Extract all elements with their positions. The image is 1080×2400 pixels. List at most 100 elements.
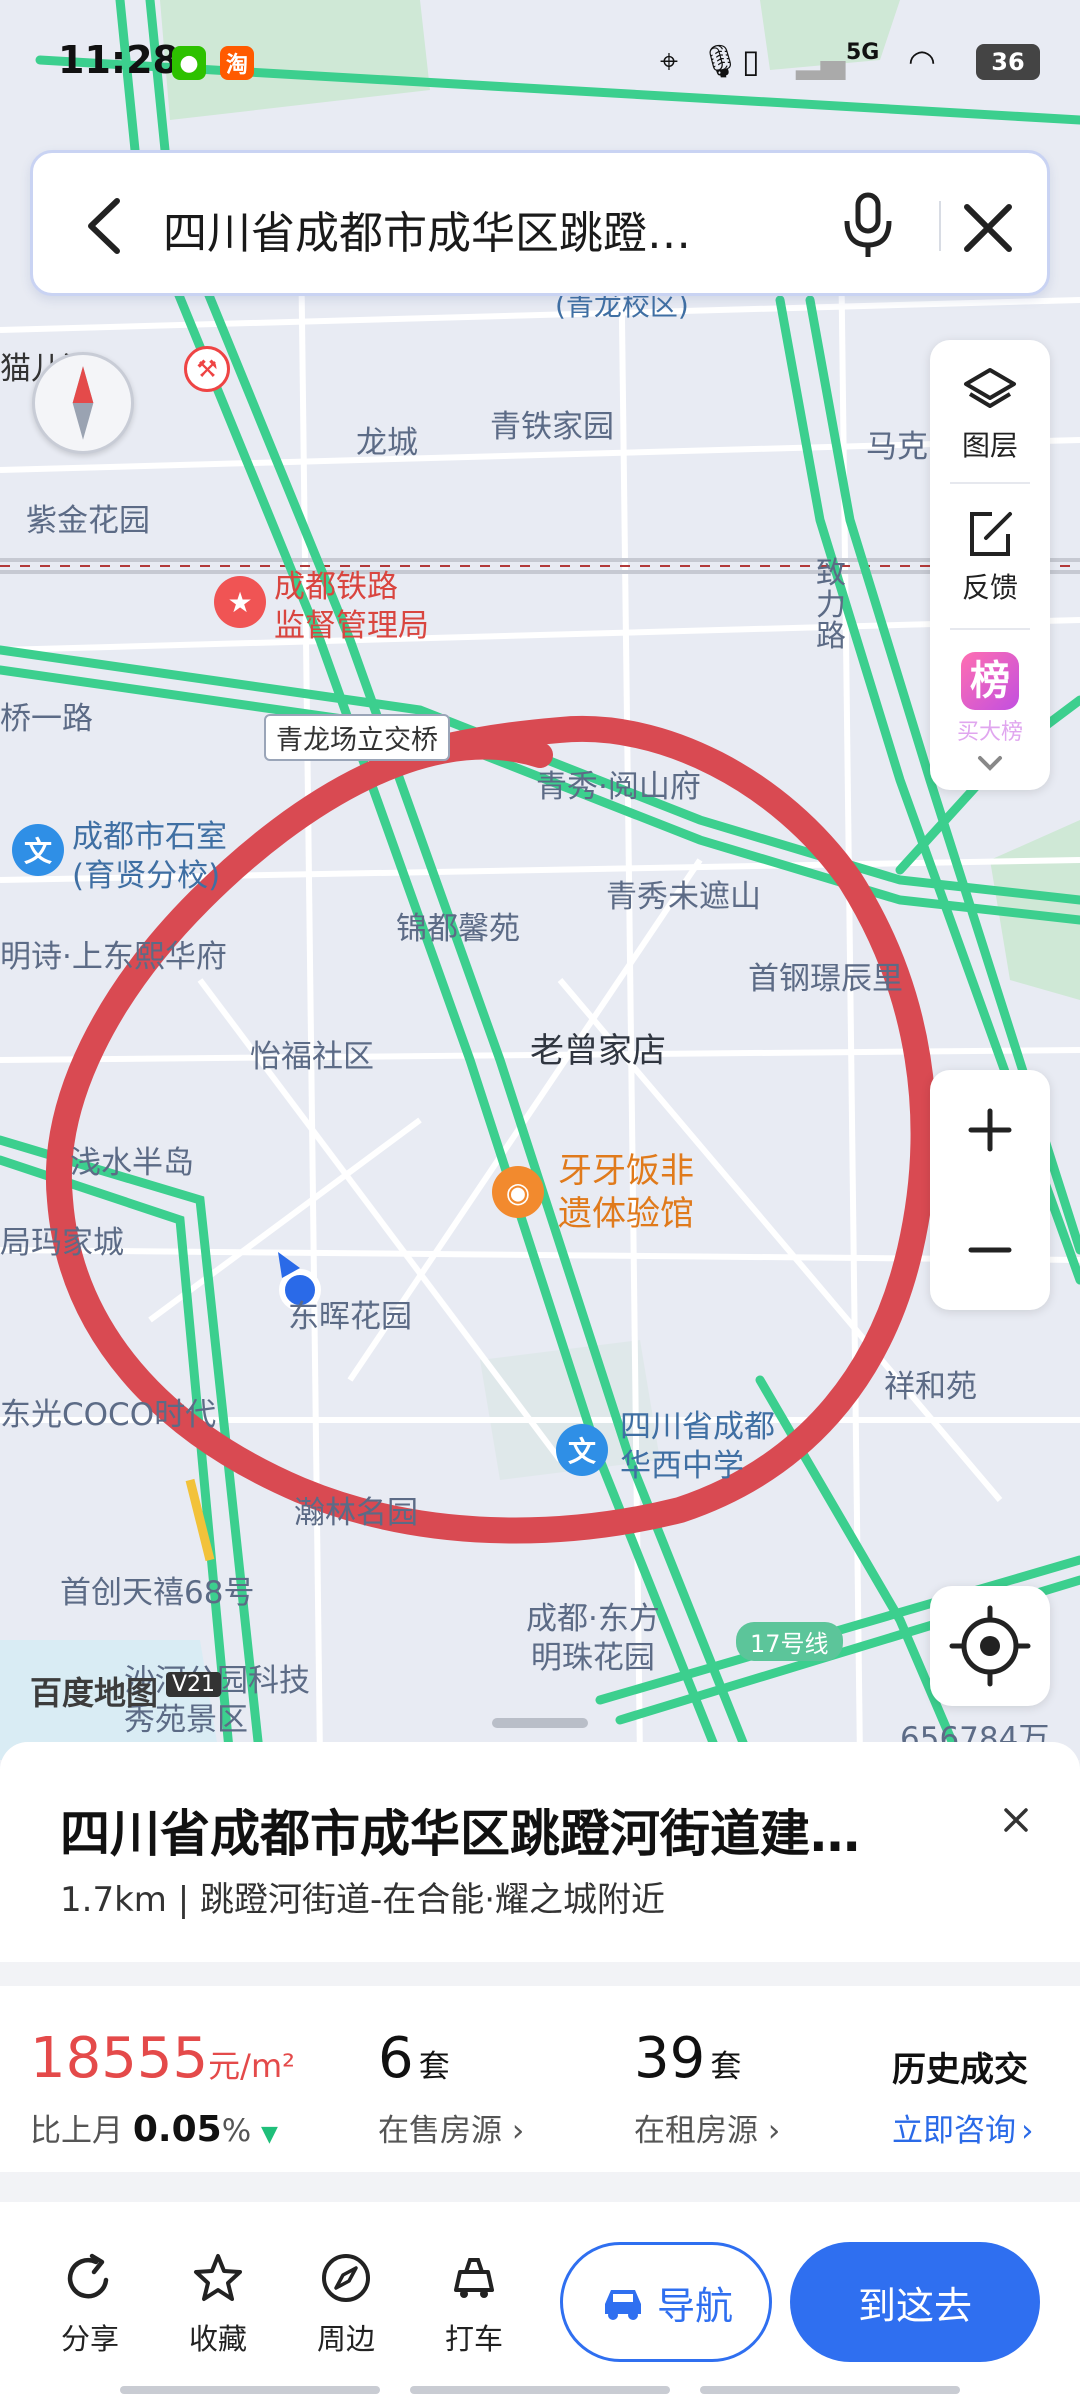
restaurant-poi-icon[interactable]: ◉	[492, 1166, 544, 1218]
minus-icon	[968, 1247, 1012, 1253]
map-tools-panel: 图层 反馈 榜 买大榜	[930, 340, 1050, 790]
locate-button[interactable]	[930, 1586, 1050, 1706]
ranking-button[interactable]: 榜 买大榜	[930, 652, 1050, 746]
close-icon[interactable]	[953, 193, 1023, 263]
map-label: 成都市石室 (育贤分校)	[72, 819, 227, 894]
average-price-stat: 18555元/m² 比上月 0.05% ▼	[30, 2026, 295, 2150]
map-label: 桥一路	[0, 701, 93, 737]
map-label: 牙牙饭非 遗体验馆	[558, 1151, 694, 1234]
metro-line-tag: 17号线	[736, 1622, 843, 1661]
scale-badge: V21	[166, 1672, 222, 1697]
crosshair-icon	[949, 1605, 1031, 1687]
history-title: 历史成交	[892, 2050, 1028, 2090]
map-label: 首钢璟辰里	[748, 961, 903, 997]
taxi-icon	[454, 2258, 494, 2298]
taxi-button[interactable]: 打车	[424, 2250, 524, 2358]
layers-button[interactable]: 图层	[930, 364, 1050, 464]
map-label: 浅水半岛	[70, 1145, 194, 1181]
for-rent-count: 39	[634, 2026, 706, 2091]
compass-icon[interactable]	[32, 352, 134, 454]
signal-icon: ▂▄	[796, 42, 846, 80]
for-rent-unit: 套	[710, 2049, 742, 2085]
map-label: 东晖花园	[288, 1299, 412, 1335]
map-label: 青秀未遮山	[606, 879, 761, 915]
map-label: 四川省成都 华西中学	[620, 1409, 775, 1484]
share-button[interactable]: 分享	[40, 2250, 140, 2358]
map-label: 东光COCO时代	[0, 1397, 217, 1433]
network-type: 5G	[846, 40, 880, 65]
search-divider	[939, 201, 941, 251]
price-value: 18555	[30, 2026, 209, 2091]
search-input[interactable]: 四川省成都市成华区跳蹬…	[163, 197, 783, 261]
map-label: 紫金花园	[26, 503, 150, 539]
back-icon[interactable]	[75, 191, 135, 261]
map-label: 致 力 路	[816, 556, 846, 654]
map-label: 成都·东方 明珠花园	[526, 1601, 660, 1676]
school-poi-icon[interactable]: 文	[12, 824, 64, 876]
for-sale-stat[interactable]: 6 套 在售房源 ›	[378, 2026, 524, 2150]
decrease-arrow-icon: ▼	[261, 2122, 278, 2147]
consult-link[interactable]: 立即咨询	[892, 2113, 1016, 2149]
nearby-label: 周边	[316, 2322, 375, 2356]
map-label: 龙城	[356, 425, 418, 461]
construction-icon: ⚒	[184, 346, 230, 392]
microphone-status-icon: 🎙	[700, 42, 741, 80]
wechat-icon: ●	[172, 46, 206, 80]
place-title: 四川省成都市成华区跳蹬河街道建…	[60, 1805, 860, 1863]
nearby-button[interactable]: 周边	[296, 2250, 396, 2358]
history-deal-stat[interactable]: 历史成交 立即咨询 ›	[892, 2042, 1034, 2150]
housing-price-card: 18555元/m² 比上月 0.05% ▼ 6 套 在售房源 › 39 套 在租…	[0, 1986, 1080, 2172]
location-icon: ⌖	[660, 42, 679, 80]
close-icon[interactable]	[996, 1800, 1036, 1840]
favorite-button[interactable]: 收藏	[168, 2250, 268, 2358]
drag-handle[interactable]	[492, 1718, 588, 1728]
navigate-button[interactable]: 导航	[560, 2242, 772, 2362]
map-tag: 青龙场立交桥	[264, 714, 450, 761]
layers-icon	[964, 368, 1016, 408]
home-indicator[interactable]	[120, 2386, 960, 2394]
vibrate-icon: ▯	[742, 42, 760, 80]
car-icon	[604, 2290, 641, 2320]
for-sale-unit: 套	[418, 2049, 450, 2085]
for-rent-stat[interactable]: 39 套 在租房源 ›	[634, 2026, 780, 2150]
taxi-label: 打车	[444, 2322, 503, 2356]
baidu-map-logo: 百度地图	[30, 1674, 159, 1712]
chevron-right-icon: ›	[511, 2113, 525, 2149]
map-label: 怡福社区	[250, 1039, 374, 1075]
go-there-button[interactable]: 到这去	[790, 2242, 1040, 2362]
plus-icon	[968, 1108, 1012, 1152]
favorite-label: 收藏	[188, 2322, 247, 2356]
ranking-icon: 榜	[961, 652, 1019, 710]
search-bar[interactable]: 四川省成都市成华区跳蹬…	[30, 150, 1050, 296]
wifi-icon: ◠	[908, 42, 936, 80]
map-label: 青秀·阅山府	[536, 769, 701, 805]
taobao-icon: 淘	[220, 46, 254, 80]
zoom-controls	[930, 1070, 1050, 1310]
price-unit: 元/m²	[208, 2047, 295, 2085]
star-icon	[194, 2254, 242, 2301]
mom-unit: %	[221, 2113, 252, 2149]
map-canvas[interactable]: (青龙校区) 猫儿洞 龙城 青铁家园 马克 紫金花园 成都铁路 监督管理局 致 …	[0, 0, 1080, 1760]
map-label: 青铁家园	[490, 409, 614, 445]
status-time: 11:28	[58, 38, 179, 82]
for-rent-label: 在租房源	[634, 2113, 758, 2149]
tool-divider	[950, 482, 1030, 484]
map-label: 首创天禧68号	[60, 1575, 255, 1611]
go-there-label: 到这去	[857, 2283, 972, 2328]
map-label: 马克	[866, 429, 928, 465]
map-label: 老曾家店	[530, 1031, 666, 1071]
government-poi-icon[interactable]: ★	[214, 576, 266, 628]
place-info-card: 四川省成都市成华区跳蹬河街道建… 1.7km | 跳蹬河街道-在合能·耀之城附近	[0, 1742, 1080, 1962]
school-poi-icon[interactable]: 文	[556, 1424, 608, 1476]
map-label: 祥和苑	[884, 1369, 977, 1405]
chevron-down-icon[interactable]	[976, 752, 1004, 774]
mom-value: 0.05	[132, 2109, 222, 2150]
zoom-in-button[interactable]	[930, 1070, 1050, 1190]
map-label: 瀚林名园	[294, 1495, 418, 1531]
zoom-out-button[interactable]	[930, 1190, 1050, 1310]
microphone-icon[interactable]	[833, 189, 903, 263]
feedback-button[interactable]: 反馈	[930, 506, 1050, 606]
mom-label: 比上月	[30, 2113, 123, 2149]
chevron-right-icon: ›	[1021, 2113, 1034, 2149]
map-label: 局玛家城	[0, 1225, 124, 1261]
